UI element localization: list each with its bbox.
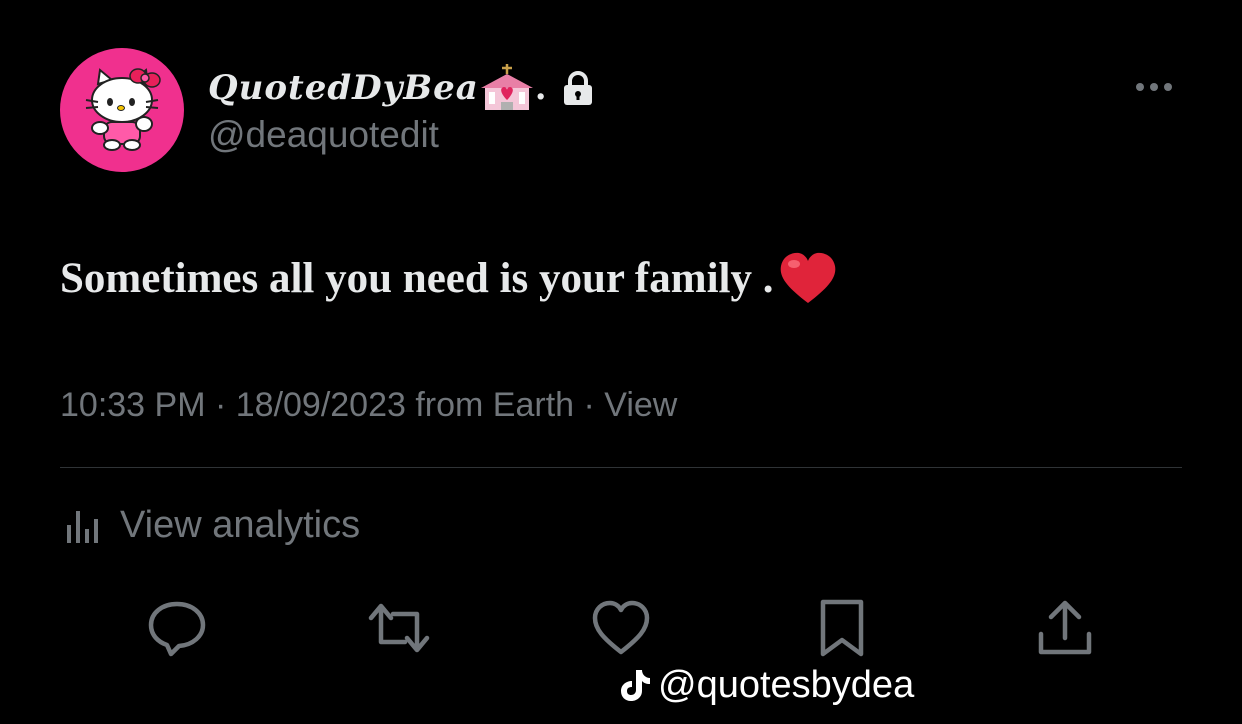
lock-icon (561, 70, 595, 106)
display-name-suffix: . (534, 68, 547, 108)
red-heart-emoji-icon (777, 249, 839, 307)
tiktok-icon (618, 667, 652, 703)
bookmark-icon (820, 599, 864, 657)
divider (60, 467, 1182, 468)
tweet-meta: 10:33 PM · 18/09/2023 from Earth · View (60, 386, 678, 424)
tweet-text-content: Sometimes all you need is your family . (60, 254, 774, 302)
view-analytics-button[interactable]: View analytics (64, 500, 360, 550)
reply-button[interactable] (145, 598, 209, 658)
retweet-icon (368, 603, 430, 653)
like-button[interactable] (589, 598, 653, 658)
retweet-button[interactable] (367, 598, 431, 658)
heart-icon (592, 600, 650, 655)
watermark-text: @quotesbydea (658, 663, 915, 706)
hello-kitty-avatar-icon (85, 68, 161, 151)
display-name-text: QuotedDyBea (208, 68, 479, 108)
view-analytics-label: View analytics (120, 503, 361, 546)
tweet-text: Sometimes all you need is your family . (60, 248, 839, 308)
analytics-bars-icon (64, 505, 102, 545)
share-icon (1038, 600, 1092, 655)
tiktok-watermark: @quotesbydea (618, 660, 914, 710)
reply-icon (148, 601, 206, 657)
bookmark-button[interactable] (810, 598, 874, 658)
avatar[interactable] (60, 48, 184, 172)
wedding-chapel-emoji-icon (480, 64, 533, 112)
share-button[interactable] (1033, 598, 1097, 658)
display-name[interactable]: QuotedDyBea . (208, 64, 595, 112)
user-handle[interactable]: @deaquotedit (208, 114, 439, 156)
more-options-icon[interactable] (1130, 74, 1178, 100)
